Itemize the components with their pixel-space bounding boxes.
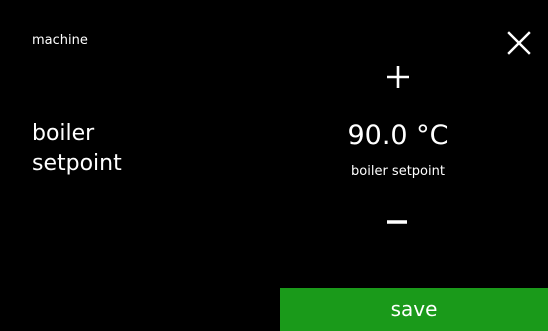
setpoint-screen: machine boiler setpoint 90.0 °C boiler s… bbox=[0, 0, 548, 331]
setpoint-value: 90.0 °C bbox=[347, 120, 449, 151]
close-icon bbox=[507, 31, 531, 55]
setpoint-caption: boiler setpoint bbox=[351, 164, 445, 179]
close-button[interactable] bbox=[500, 26, 536, 62]
minus-icon bbox=[387, 220, 407, 224]
parameter-label-line2: setpoint bbox=[32, 151, 122, 176]
save-button[interactable]: save bbox=[280, 288, 548, 331]
breadcrumb: machine bbox=[32, 33, 88, 48]
plus-icon bbox=[387, 66, 409, 88]
increase-button[interactable] bbox=[373, 55, 421, 99]
decrease-button[interactable] bbox=[373, 200, 421, 244]
parameter-label-line1: boiler bbox=[32, 121, 95, 146]
parameter-label: boiler setpoint bbox=[32, 119, 192, 179]
